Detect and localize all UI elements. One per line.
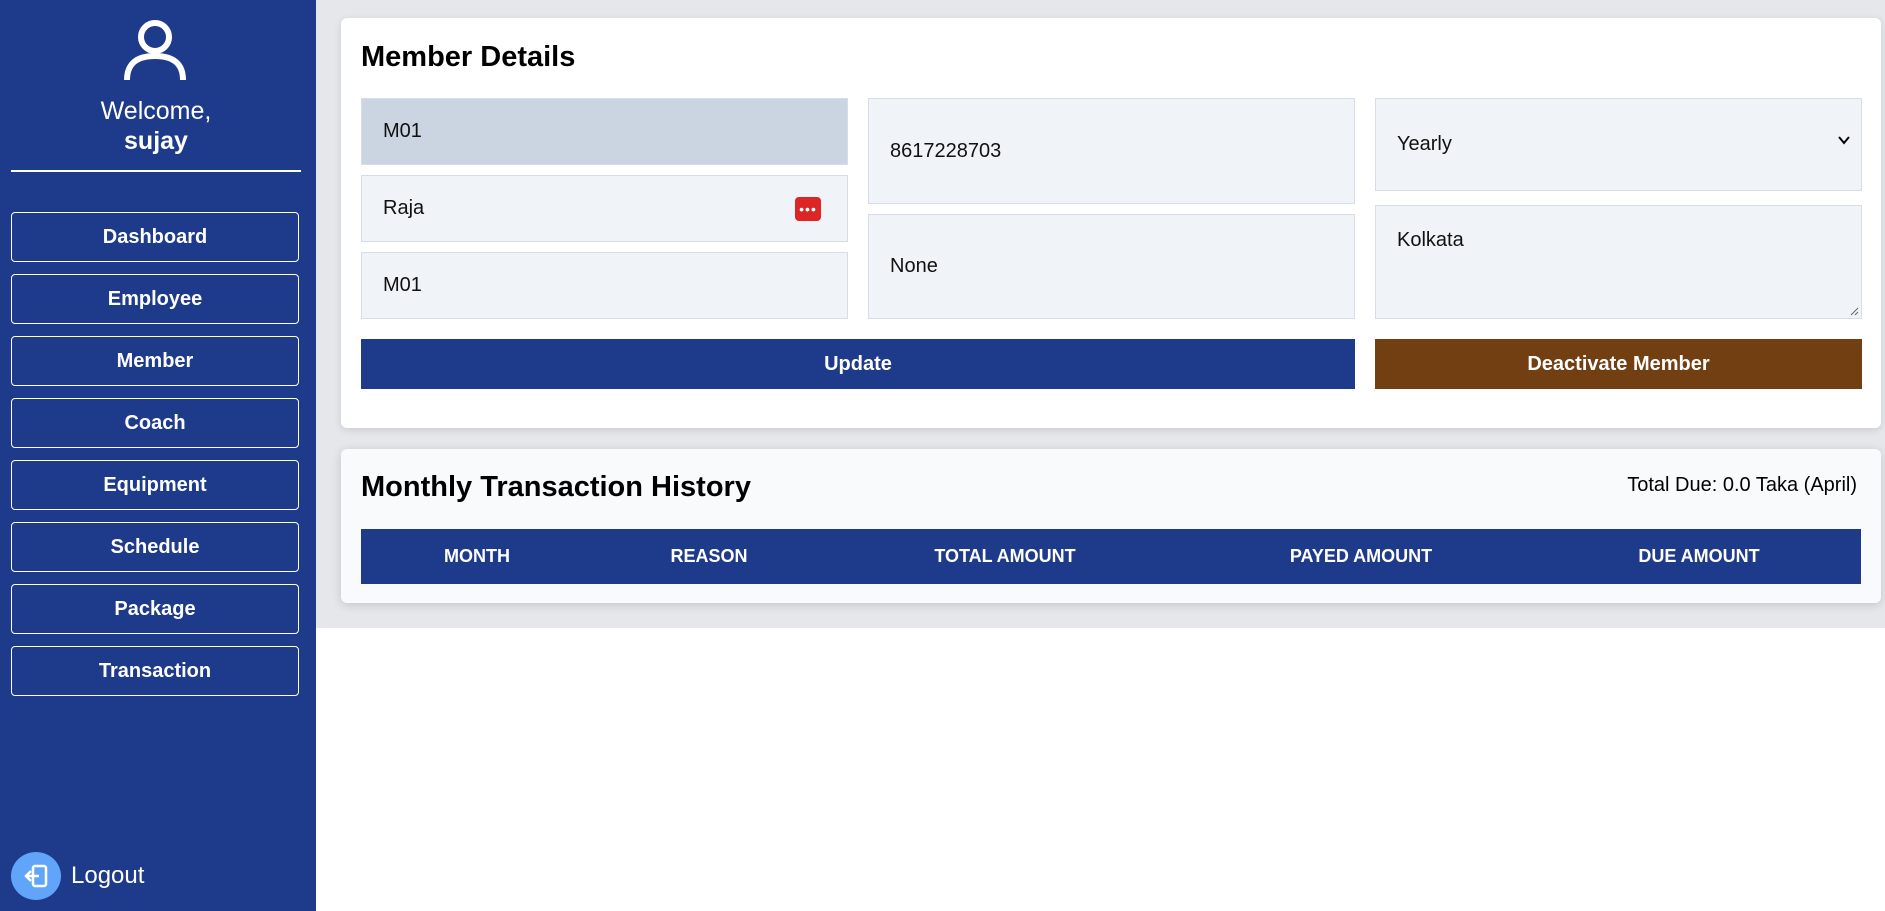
transaction-history-title: Monthly Transaction History (361, 471, 751, 503)
member-details-title: Member Details (361, 41, 576, 73)
user-avatar-icon (124, 20, 186, 81)
nav-coach[interactable]: Coach (11, 398, 299, 448)
nav-employee[interactable]: Employee (11, 274, 299, 324)
member-id-field[interactable]: M01 (361, 98, 848, 165)
column-header-total-amount: TOTAL AMOUNT (934, 546, 1076, 566)
column-header-reason: REASON (670, 546, 748, 566)
column-header-month: MONTH (444, 546, 510, 566)
transaction-table-header: MONTH REASON TOTAL AMOUNT PAYED AMOUNT D… (361, 529, 1861, 584)
resize-handle-icon[interactable] (1849, 306, 1859, 316)
phone-field[interactable]: 8617228703 (868, 98, 1355, 204)
sidebar: Welcome, sujay Dashboard Employee Member… (0, 0, 316, 911)
nav-schedule[interactable]: Schedule (11, 522, 299, 572)
update-button[interactable]: Update (361, 339, 1355, 389)
extra-field[interactable]: None (868, 214, 1355, 319)
name-field-value: Raja (383, 197, 425, 219)
nav-member[interactable]: Member (11, 336, 299, 386)
nav-equipment[interactable]: Equipment (11, 460, 299, 510)
nav-dashboard[interactable]: Dashboard (11, 212, 299, 262)
package-select-value: Yearly (1397, 133, 1452, 155)
address-value: Kolkata (1397, 229, 1464, 251)
nav-transaction[interactable]: Transaction (11, 646, 299, 696)
total-due-text: Total Due: 0.0 Taka (April) (1627, 474, 1857, 496)
package-select[interactable]: Yearly (1375, 98, 1862, 191)
password-field[interactable]: M01 (361, 252, 848, 319)
welcome-text: Welcome, (100, 97, 212, 125)
username: sujay (124, 127, 188, 155)
column-header-due-amount: DUE AMOUNT (1638, 546, 1760, 566)
deactivate-member-button[interactable]: Deactivate Member (1375, 339, 1862, 389)
password-manager-icon[interactable]: ••• (795, 197, 821, 221)
chevron-down-icon (1838, 136, 1850, 145)
logout-icon[interactable] (11, 852, 61, 900)
column-header-payed-amount: PAYED AMOUNT (1289, 546, 1433, 566)
logout-button[interactable]: Logout (71, 862, 144, 890)
name-field[interactable]: Raja ••• (361, 175, 848, 242)
member-details-card: Member Details M01 Raja ••• M01 86172287… (341, 18, 1881, 428)
nav-package[interactable]: Package (11, 584, 299, 634)
address-textarea[interactable]: Kolkata (1375, 205, 1862, 319)
sidebar-divider (11, 170, 301, 172)
